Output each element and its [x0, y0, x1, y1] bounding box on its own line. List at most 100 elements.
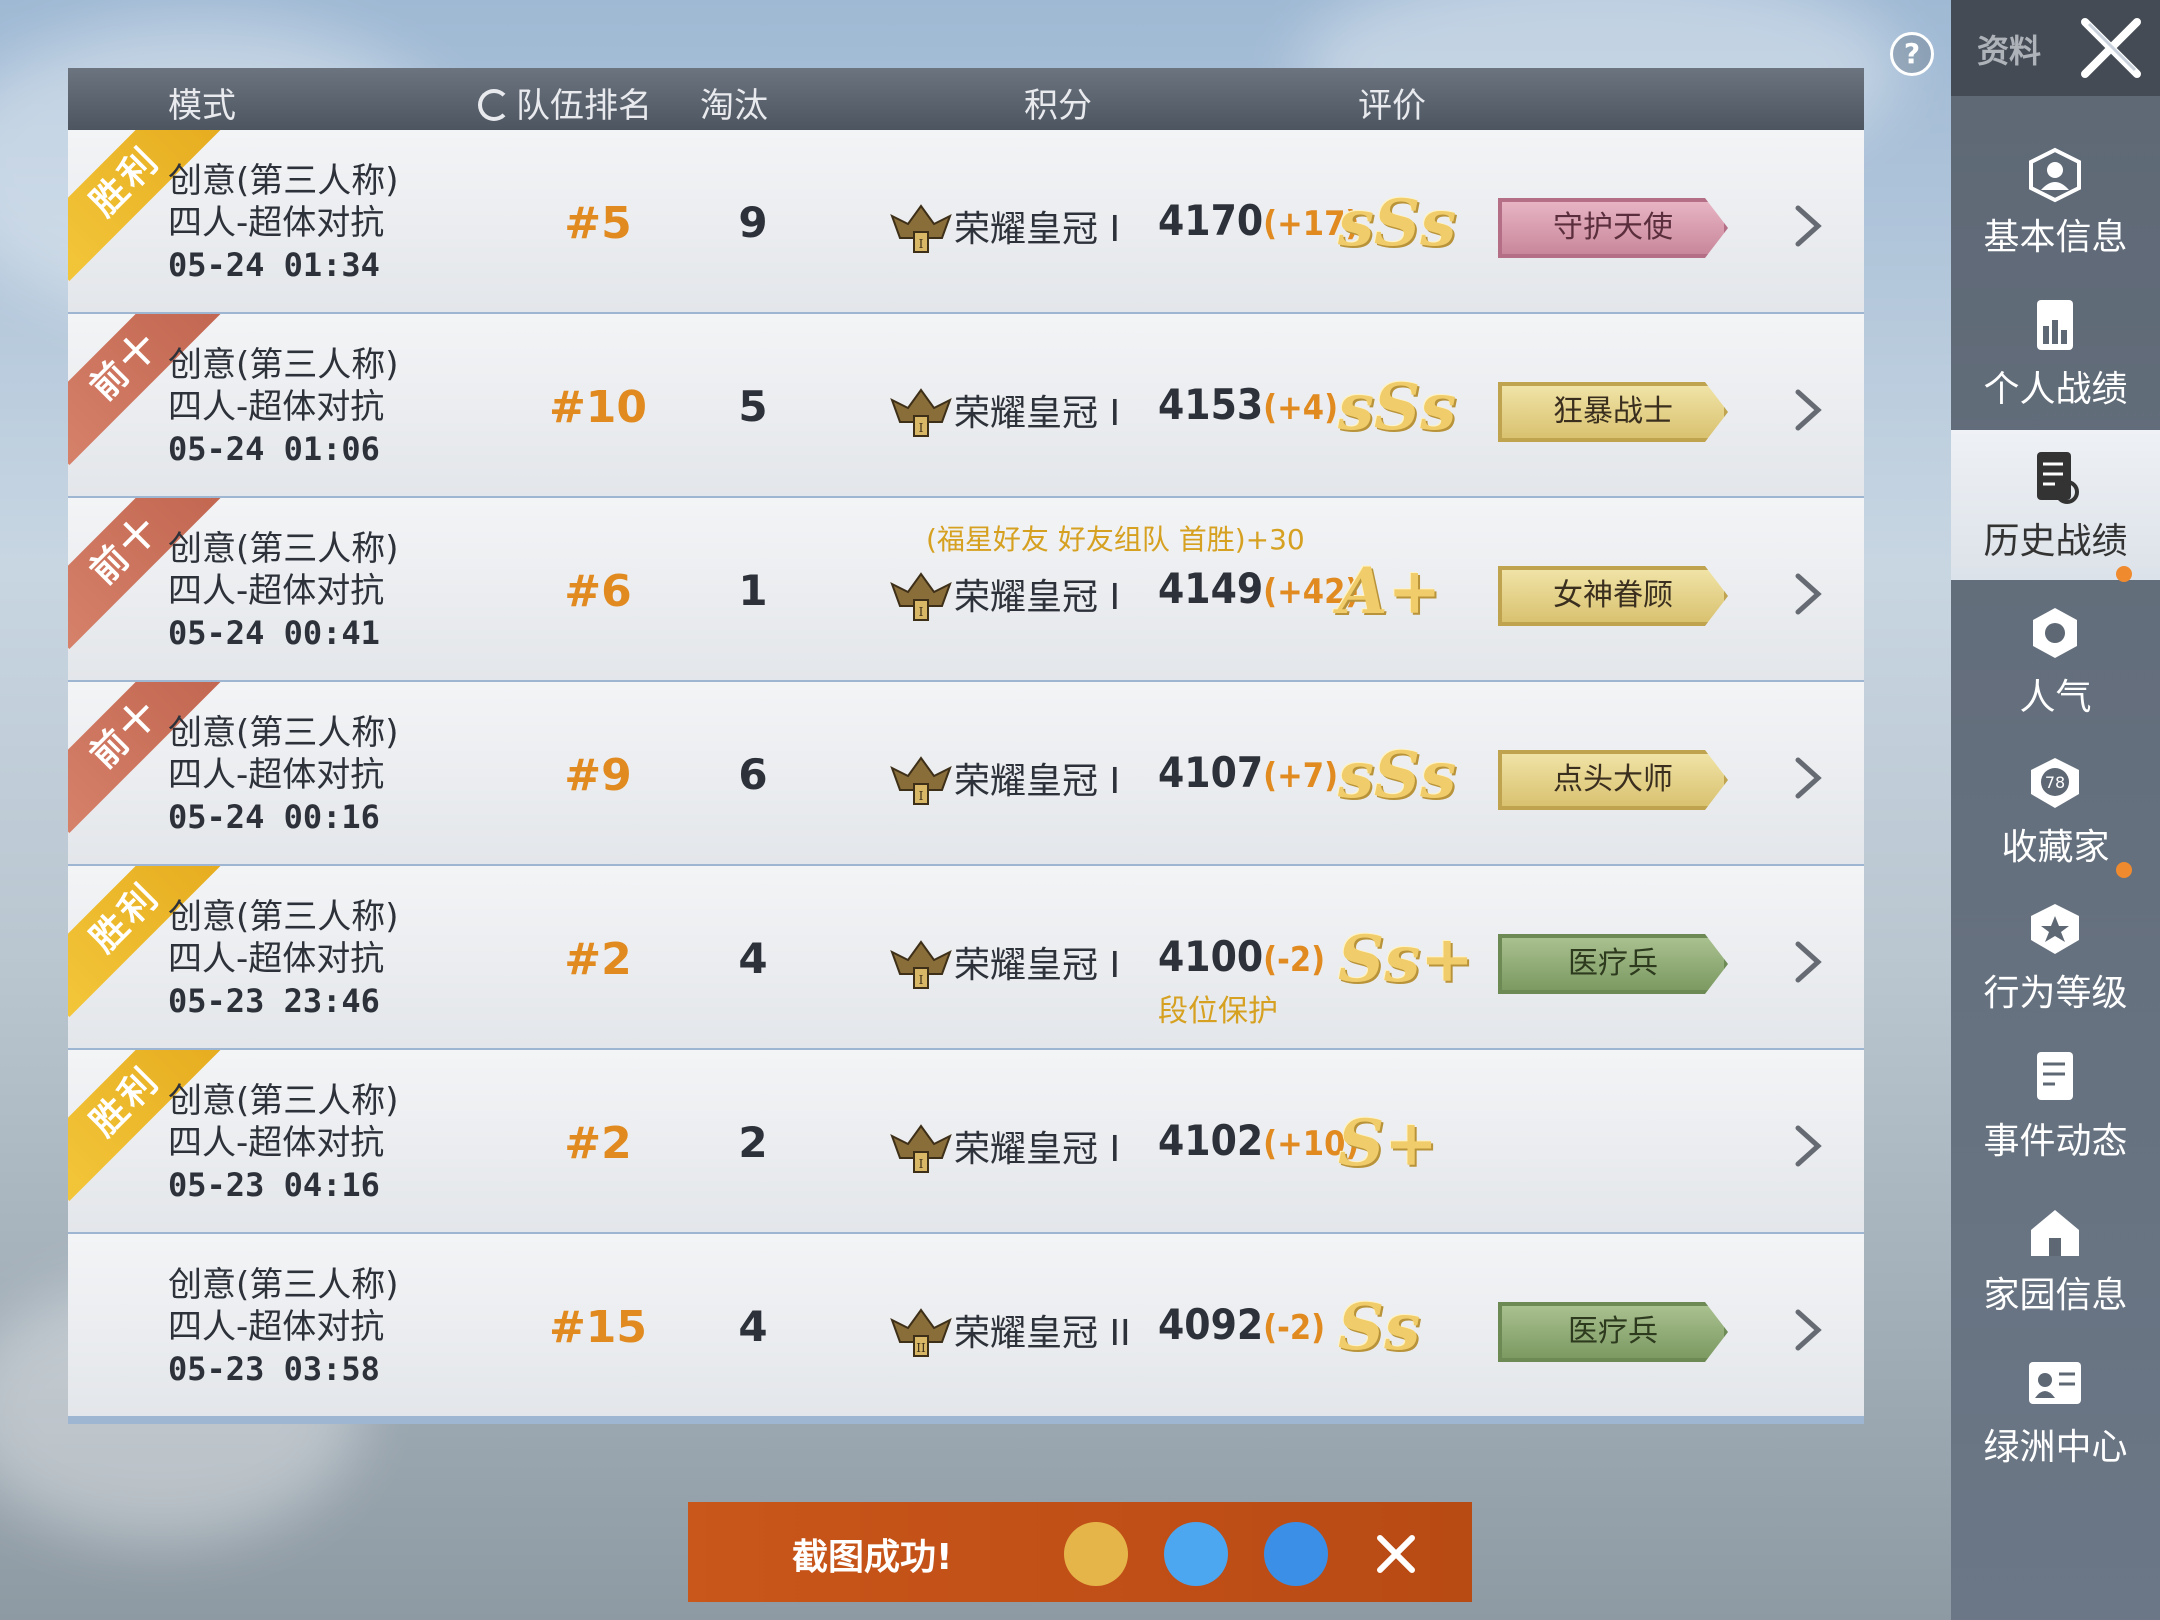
mode-name: 创意(第三人称) [168, 713, 399, 753]
refresh-icon[interactable] [478, 89, 510, 121]
team-rank: #6 [564, 566, 632, 617]
chevron-right-icon[interactable] [1790, 204, 1826, 248]
header-score: 积分 [1024, 86, 1092, 126]
kill-count: 6 [738, 750, 768, 799]
grade-rating: S+ [1338, 1106, 1438, 1181]
header-team-rank[interactable]: 队伍排名 [478, 78, 652, 127]
title-badge: 守护天使 [1498, 198, 1728, 258]
tier-name: 荣耀皇冠 I [954, 393, 1121, 434]
team-rank: #15 [548, 1302, 648, 1353]
profile-icon [2029, 147, 2081, 203]
collector-icon: 78 [2031, 758, 2079, 808]
sidebar-item-label: 收藏家 [2001, 827, 2110, 868]
sidebar-item[interactable]: 行为等级 [1951, 862, 2160, 1032]
sidebar-item[interactable]: 历史战绩 [1951, 430, 2160, 580]
match-row[interactable]: 前十 创意(第三人称) 四人-超体对抗 05-24 00:16 #9 6 I 荣… [68, 682, 1864, 872]
score-number: 4149 [1158, 564, 1264, 613]
mode-name: 创意(第三人称) [168, 1081, 399, 1121]
match-date: 05-24 01:34 [168, 246, 380, 284]
score-value: 4092(-2) [1158, 1300, 1325, 1349]
score-value: 4149(+42) [1158, 564, 1359, 613]
match-row[interactable]: 胜利 创意(第三人称) 四人-超体对抗 05-23 23:46 #2 4 I 荣… [68, 866, 1864, 1056]
kill-count: 4 [738, 934, 768, 983]
tier-name: 荣耀皇冠 II [954, 1313, 1131, 1354]
tier-numeral: II [916, 1341, 926, 1355]
title-badge: 医疗兵 [1498, 1302, 1728, 1362]
chevron-right-icon[interactable] [1790, 940, 1826, 984]
sidebar: 资料 基本信息 个人战绩 历史战绩 人气 78 收藏家 行为等级 事件动态 家园… [1951, 0, 2160, 1620]
bonus-text: (福星好友 好友组队 首胜)+30 [926, 523, 1305, 556]
svg-text:78: 78 [2045, 773, 2065, 792]
chevron-right-icon[interactable] [1790, 388, 1826, 432]
screenshot-toast: 截图成功! [688, 1502, 1472, 1602]
match-mode: 创意(第三人称) 四人-超体对抗 05-24 00:16 [168, 712, 399, 838]
sidebar-item[interactable]: 人气 [1951, 566, 2160, 736]
mode-type: 四人-超体对抗 [168, 203, 385, 243]
tier-name: 荣耀皇冠 I [954, 761, 1121, 802]
match-row[interactable]: 胜利 创意(第三人称) 四人-超体对抗 05-24 01:34 #5 9 I 荣… [68, 130, 1864, 320]
share-qzone-icon[interactable] [1264, 1522, 1328, 1586]
header-rating: 评价 [1358, 86, 1426, 126]
notification-dot [2116, 862, 2132, 878]
mode-type: 四人-超体对抗 [168, 1307, 385, 1347]
mode-name: 创意(第三人称) [168, 345, 399, 385]
mode-name: 创意(第三人称) [168, 897, 399, 937]
mode-name: 创意(第三人称) [168, 1265, 399, 1305]
crown-tier-icon: I [890, 572, 952, 621]
mode-type: 四人-超体对抗 [168, 387, 385, 427]
sidebar-item[interactable]: 绿洲中心 [1951, 1336, 2160, 1486]
tier-numeral: I [919, 605, 924, 619]
help-icon[interactable]: ? [1890, 32, 1934, 76]
sidebar-item-label: 个人战绩 [1983, 369, 2128, 410]
sidebar-header: 资料 [1951, 0, 2160, 96]
sidebar-item[interactable]: 个人战绩 [1951, 278, 2160, 428]
tier-name: 荣耀皇冠 I [954, 945, 1121, 986]
match-row[interactable]: 创意(第三人称) 四人-超体对抗 05-23 03:58 #15 4 II 荣耀… [68, 1234, 1864, 1424]
sidebar-item[interactable]: 家园信息 [1951, 1184, 2160, 1334]
sidebar-item-label: 历史战绩 [1983, 521, 2128, 562]
match-mode: 创意(第三人称) 四人-超体对抗 05-24 01:06 [168, 344, 399, 470]
behavior-icon [2031, 904, 2079, 954]
score-value: 4153(+4) [1158, 380, 1338, 429]
header-mode: 模式 [168, 86, 236, 126]
sidebar-item[interactable]: 基本信息 [1951, 126, 2160, 276]
grade-rating: sSs [1338, 186, 1457, 261]
stats-icon [2037, 300, 2073, 350]
chevron-right-icon[interactable] [1790, 756, 1826, 800]
close-toast-icon[interactable] [1364, 1522, 1428, 1586]
match-mode: 创意(第三人称) 四人-超体对抗 05-24 01:34 [168, 160, 399, 286]
match-row[interactable]: 胜利 创意(第三人称) 四人-超体对抗 05-23 04:16 #2 2 I 荣… [68, 1050, 1864, 1240]
match-mode: 创意(第三人称) 四人-超体对抗 05-24 00:41 [168, 528, 399, 654]
history-icon [2037, 452, 2079, 504]
sidebar-item-label: 绿洲中心 [1983, 1427, 2128, 1468]
match-mode: 创意(第三人称) 四人-超体对抗 05-23 23:46 [168, 896, 399, 1022]
sidebar-item-label: 基本信息 [1983, 217, 2128, 258]
kill-count: 4 [738, 1302, 768, 1351]
share-qq-icon[interactable] [1164, 1522, 1228, 1586]
team-rank: #5 [564, 198, 632, 249]
crown-tier-icon: I [890, 388, 952, 437]
sidebar-item-label: 行为等级 [1983, 973, 2128, 1014]
close-icon[interactable] [2071, 10, 2151, 86]
match-row[interactable]: 前十 创意(第三人称) 四人-超体对抗 05-24 00:41 #6 1 (福星… [68, 498, 1864, 688]
match-date: 05-24 01:06 [168, 430, 380, 468]
home-icon [2031, 1210, 2079, 1256]
match-date: 05-23 23:46 [168, 982, 380, 1020]
tier-name: 荣耀皇冠 I [954, 577, 1121, 618]
score-delta: (-2) [1263, 940, 1326, 980]
tier-name: 荣耀皇冠 I [954, 209, 1121, 250]
header-kills: 淘汰 [700, 86, 768, 126]
score-value: 4107(+7) [1158, 748, 1338, 797]
match-row[interactable]: 前十 创意(第三人称) 四人-超体对抗 05-24 01:06 #10 5 I … [68, 314, 1864, 504]
share-friends-icon[interactable] [1064, 1522, 1128, 1586]
crown-tier-icon: II [890, 1308, 952, 1357]
sidebar-item[interactable]: 事件动态 [1951, 1030, 2160, 1180]
notification-dot [2116, 566, 2132, 582]
match-date: 05-24 00:41 [168, 614, 380, 652]
title-badge: 女神眷顾 [1498, 566, 1728, 626]
chevron-right-icon[interactable] [1790, 572, 1826, 616]
chevron-right-icon[interactable] [1790, 1124, 1826, 1168]
chevron-right-icon[interactable] [1790, 1308, 1826, 1352]
score-number: 4102 [1158, 1116, 1264, 1165]
crown-tier-icon: I [890, 204, 952, 253]
